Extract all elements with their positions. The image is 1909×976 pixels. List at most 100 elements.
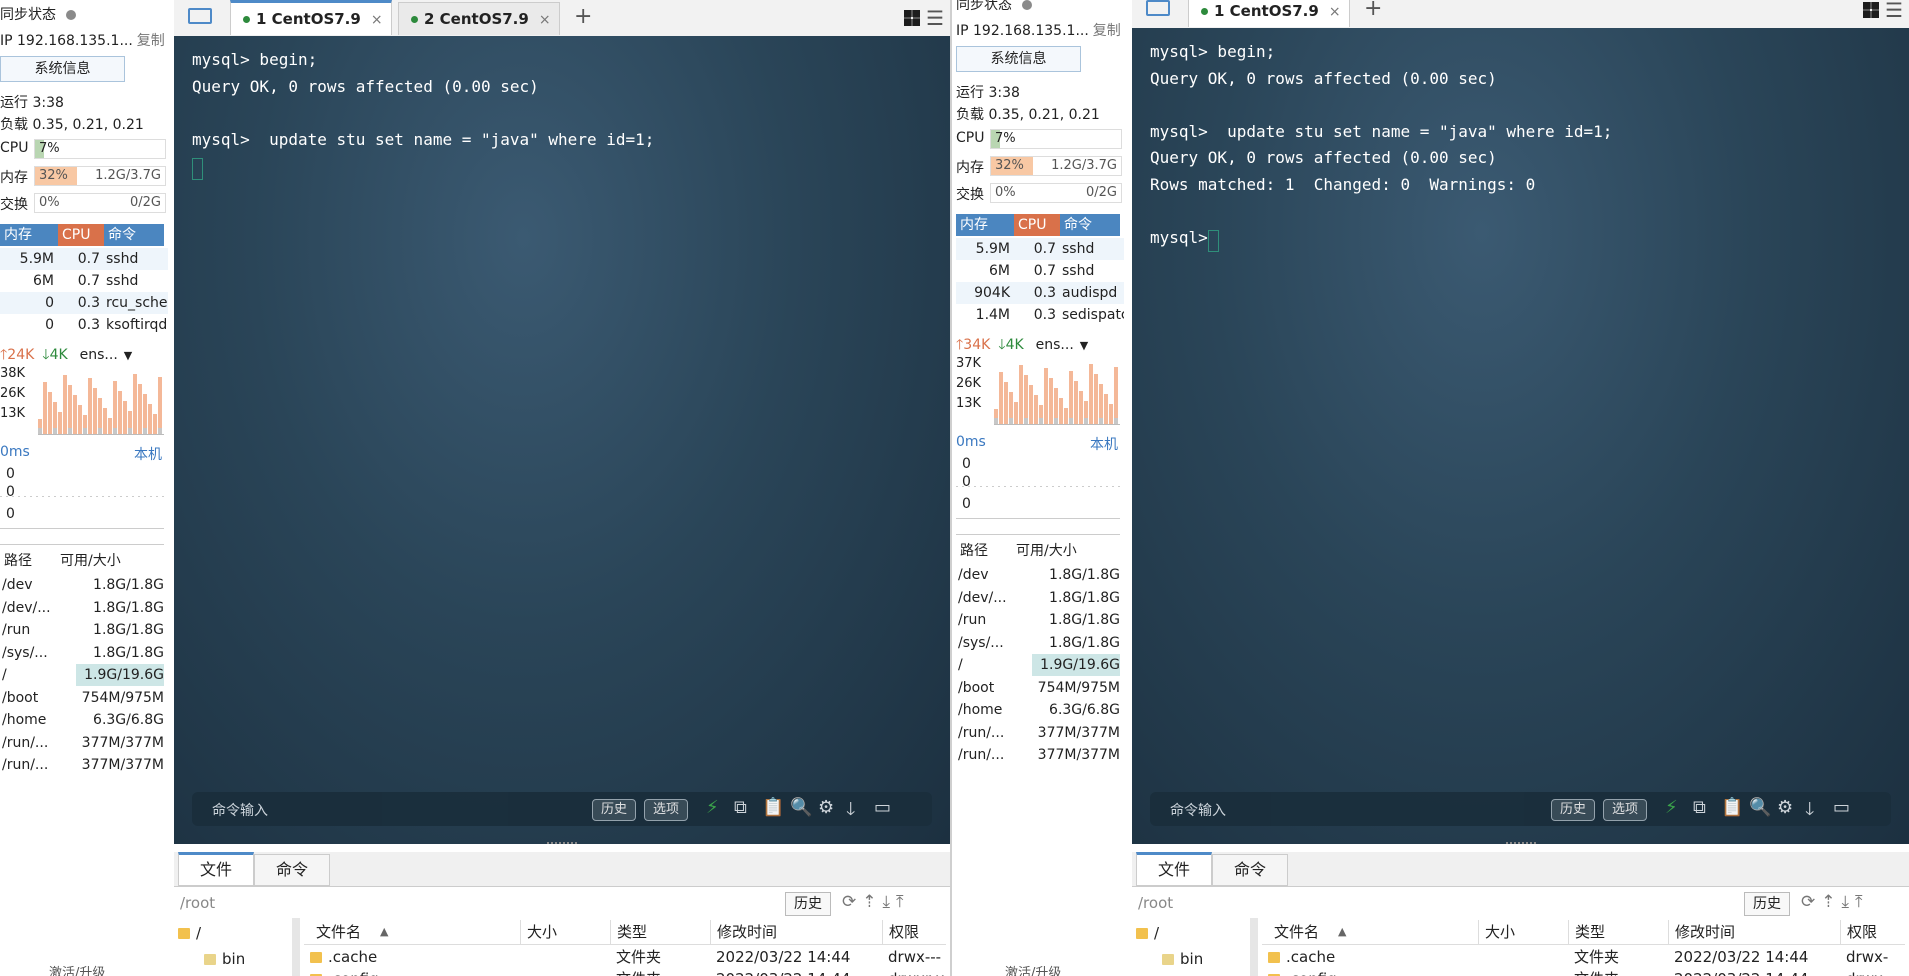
upload-icon[interactable]: ⇡ (1821, 892, 1841, 912)
splitter-handle[interactable] (547, 842, 577, 847)
lightning-icon[interactable]: ⚡ (1665, 797, 1678, 818)
command-options-button[interactable]: 选项 (1603, 799, 1648, 821)
tab-files[interactable]: 文件 (1136, 852, 1212, 886)
ping-host[interactable]: 本机 (134, 444, 162, 464)
column-header-name[interactable]: 文件名 (1268, 920, 1319, 944)
tree-root[interactable]: / (1136, 922, 1159, 944)
file-path-input[interactable]: /root (180, 889, 756, 917)
network-interface-select[interactable]: ens... (80, 347, 118, 363)
path-history-button[interactable]: 历史 (1744, 892, 1790, 916)
copy-ip-link[interactable]: 复制 (137, 33, 165, 49)
tree-item[interactable]: bin (1162, 948, 1203, 970)
system-info-button[interactable]: 系统信息 (956, 46, 1081, 72)
process-row[interactable]: 0 0.3 rcu_sche (0, 292, 168, 314)
scroll-down-icon[interactable]: 🡓 (846, 797, 855, 827)
tab-commands[interactable]: 命令 (254, 854, 330, 886)
sort-asc-icon[interactable]: ▲ (380, 920, 388, 944)
file-row[interactable]: .config 文件夹 2022/03/22 14:44 drwx- (1262, 968, 1905, 976)
process-row[interactable]: 6M 0.7 sshd (956, 260, 1124, 282)
grid-view-icon[interactable] (904, 10, 920, 26)
activate-upgrade-link[interactable]: 激活/升级 (1005, 962, 1061, 976)
scroll-down-icon[interactable]: 🡓 (1805, 797, 1814, 827)
process-row[interactable]: 6M 0.7 sshd (0, 270, 168, 292)
close-tab-icon[interactable]: × (1329, 4, 1341, 20)
terminal[interactable]: mysql> begin; Query OK, 0 rows affected (… (174, 36, 950, 844)
column-header-type[interactable]: 类型 (1568, 920, 1605, 944)
column-header-size[interactable]: 大小 (1478, 920, 1515, 944)
maximize-icon[interactable]: ▭ (874, 797, 891, 818)
network-interface-select[interactable]: ens... (1036, 337, 1074, 353)
lightning-icon[interactable]: ⚡ (706, 797, 719, 818)
refresh-icon[interactable]: ⟳ (1801, 892, 1821, 912)
close-tab-icon[interactable]: × (539, 12, 551, 28)
tab-commands[interactable]: 命令 (1212, 854, 1288, 886)
column-header-name[interactable]: 文件名 (310, 920, 361, 944)
close-tab-icon[interactable]: × (371, 12, 383, 28)
file-row[interactable]: .config 文件夹 2022/03/22 14:44 drwxr-x (304, 968, 946, 976)
column-header-perm[interactable]: 权限 (882, 920, 919, 944)
tree-item[interactable]: bin (204, 948, 245, 970)
dropdown-caret-icon[interactable]: ▼ (1080, 339, 1088, 352)
maximize-icon[interactable]: ▭ (1833, 797, 1850, 818)
settings-gear-icon[interactable]: ⚙ (1777, 797, 1793, 818)
command-options-button[interactable]: 选项 (644, 799, 689, 821)
refresh-icon[interactable]: ⟳ (842, 892, 862, 912)
grid-view-icon[interactable] (1863, 2, 1879, 18)
process-header-cpu[interactable]: CPU (1014, 214, 1060, 236)
sort-asc-icon[interactable]: ▲ (1338, 920, 1346, 944)
add-tab-button[interactable]: + (574, 4, 592, 29)
menu-icon[interactable]: ☰ (1885, 0, 1903, 20)
download-icon[interactable]: ⤓ (883, 892, 897, 912)
column-header-size[interactable]: 大小 (520, 920, 557, 944)
disk-header-path[interactable]: 路径 (4, 550, 32, 572)
disk-header-size[interactable]: 可用/大小 (60, 550, 121, 572)
process-row[interactable]: 0 0.3 ksoftirqd (0, 314, 168, 336)
terminal[interactable]: mysql> begin; Query OK, 0 rows affected (… (1132, 28, 1909, 844)
command-history-button[interactable]: 历史 (1551, 799, 1596, 821)
process-row[interactable]: 5.9M 0.7 sshd (0, 248, 168, 270)
splitter-handle[interactable] (1505, 842, 1536, 847)
copy-ip-link[interactable]: 复制 (1093, 23, 1121, 39)
column-header-mtime[interactable]: 修改时间 (1668, 920, 1735, 944)
add-tab-button[interactable]: + (1364, 0, 1382, 21)
session-tab[interactable]: 1 CentOS7.9 × (1188, 0, 1350, 27)
process-header-mem[interactable]: 内存 (0, 224, 58, 246)
pane-divider[interactable] (950, 0, 952, 976)
process-header-mem[interactable]: 内存 (956, 214, 1014, 236)
copy-icon[interactable]: ⧉ (1693, 797, 1706, 818)
session-tab[interactable]: 2 CentOS7.9 × (398, 2, 560, 35)
command-history-button[interactable]: 历史 (592, 799, 637, 821)
folder-icon[interactable] (188, 8, 212, 24)
path-history-button[interactable]: 历史 (785, 892, 831, 916)
file-row[interactable]: .cache 文件夹 2022/03/22 14:44 drwx--- (304, 946, 946, 968)
process-header-cmd[interactable]: 命令 (104, 224, 164, 246)
ping-host[interactable]: 本机 (1090, 434, 1118, 454)
menu-icon[interactable]: ☰ (926, 8, 944, 28)
disk-header-path[interactable]: 路径 (960, 540, 988, 562)
upload-file-icon[interactable]: ⤒ (896, 892, 910, 912)
upload-icon[interactable]: ⇡ (862, 892, 882, 912)
disk-header-size[interactable]: 可用/大小 (1016, 540, 1077, 562)
process-row[interactable]: 1.4M 0.3 sedispatch (956, 304, 1124, 326)
upload-file-icon[interactable]: ⤒ (1855, 892, 1869, 912)
tree-root[interactable]: / (178, 922, 201, 944)
folder-icon[interactable] (1146, 0, 1170, 16)
download-icon[interactable]: ⤓ (1842, 892, 1856, 912)
process-header-cpu[interactable]: CPU (58, 224, 104, 246)
session-tab[interactable]: 1 CentOS7.9 × (230, 0, 392, 35)
process-header-cmd[interactable]: 命令 (1060, 214, 1120, 236)
column-header-mtime[interactable]: 修改时间 (710, 920, 777, 944)
system-info-button[interactable]: 系统信息 (0, 56, 125, 82)
command-input-bar[interactable]: 命令输入 历史 选项 ⚡ ⧉ 📋 🔍 ⚙ 🡓 ▭ (192, 792, 932, 826)
search-icon[interactable]: 🔍 (790, 797, 812, 818)
column-header-type[interactable]: 类型 (610, 920, 647, 944)
activate-upgrade-link[interactable]: 激活/升级 (49, 962, 105, 976)
file-row[interactable]: .cache 文件夹 2022/03/22 14:44 drwx- (1262, 946, 1905, 968)
column-header-perm[interactable]: 权限 (1840, 920, 1877, 944)
dropdown-caret-icon[interactable]: ▼ (124, 349, 132, 362)
copy-icon[interactable]: ⧉ (734, 797, 747, 818)
search-icon[interactable]: 🔍 (1749, 797, 1771, 818)
process-row[interactable]: 5.9M 0.7 sshd (956, 238, 1124, 260)
settings-gear-icon[interactable]: ⚙ (818, 797, 834, 818)
command-input-bar[interactable]: 命令输入 历史 选项 ⚡ ⧉ 📋 🔍 ⚙ 🡓 ▭ (1150, 792, 1891, 826)
